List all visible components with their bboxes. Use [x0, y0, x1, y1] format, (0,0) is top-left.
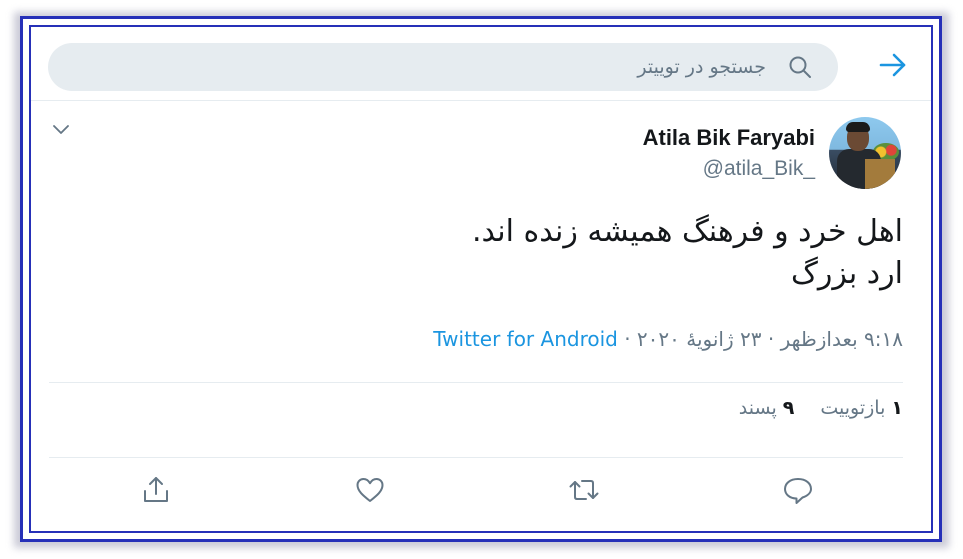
search-icon	[788, 55, 812, 79]
likes-label: پسند	[738, 397, 777, 419]
likes-stat[interactable]: ۹پسند	[739, 397, 795, 419]
tweet-meta: ۹:۱۸ بعدازظهر · ۲۳ ژانویهٔ ۲۰۲۰ · Twitte…	[433, 327, 903, 351]
avatar[interactable]	[829, 117, 901, 189]
display-name[interactable]: Atila Bik Faryabi	[643, 125, 815, 151]
retweets-count: ۱	[891, 397, 903, 419]
tweet-text-line: ارد بزرگ	[791, 256, 903, 291]
tweet-stats: ۱بازتوییت ۹پسند	[713, 397, 903, 419]
window-frame: Atila Bik Faryabi @atila_Bik_ اهل خرد و …	[20, 16, 942, 542]
chevron-down-icon[interactable]	[51, 119, 71, 139]
search-bar	[31, 27, 931, 101]
retweets-stat[interactable]: ۱بازتوییت	[820, 397, 903, 419]
tweet-timestamp[interactable]: ۹:۱۸ بعدازظهر · ۲۳ ژانویهٔ ۲۰۲۰ ·	[618, 327, 903, 351]
share-icon[interactable]	[139, 473, 173, 507]
user-handle[interactable]: @atila_Bik_	[703, 157, 815, 181]
arrow-right-icon[interactable]	[878, 50, 908, 80]
search-input[interactable]	[86, 43, 766, 91]
likes-count: ۹	[782, 397, 795, 419]
tweet-source-link[interactable]: Twitter for Android	[433, 327, 618, 351]
divider	[49, 382, 903, 383]
retweets-label: بازتوییت	[820, 397, 886, 419]
tweet-text: اهل خرد و فرهنگ همیشه زنده اند. ارد بزرگ	[472, 211, 903, 295]
search-box[interactable]	[48, 43, 838, 91]
divider	[49, 457, 903, 458]
heart-icon[interactable]	[353, 473, 387, 507]
reply-icon[interactable]	[781, 473, 815, 507]
tweet-text-line: اهل خرد و فرهنگ همیشه زنده اند.	[472, 214, 903, 249]
tweet-page: Atila Bik Faryabi @atila_Bik_ اهل خرد و …	[29, 25, 933, 533]
retweet-icon[interactable]	[567, 473, 601, 507]
